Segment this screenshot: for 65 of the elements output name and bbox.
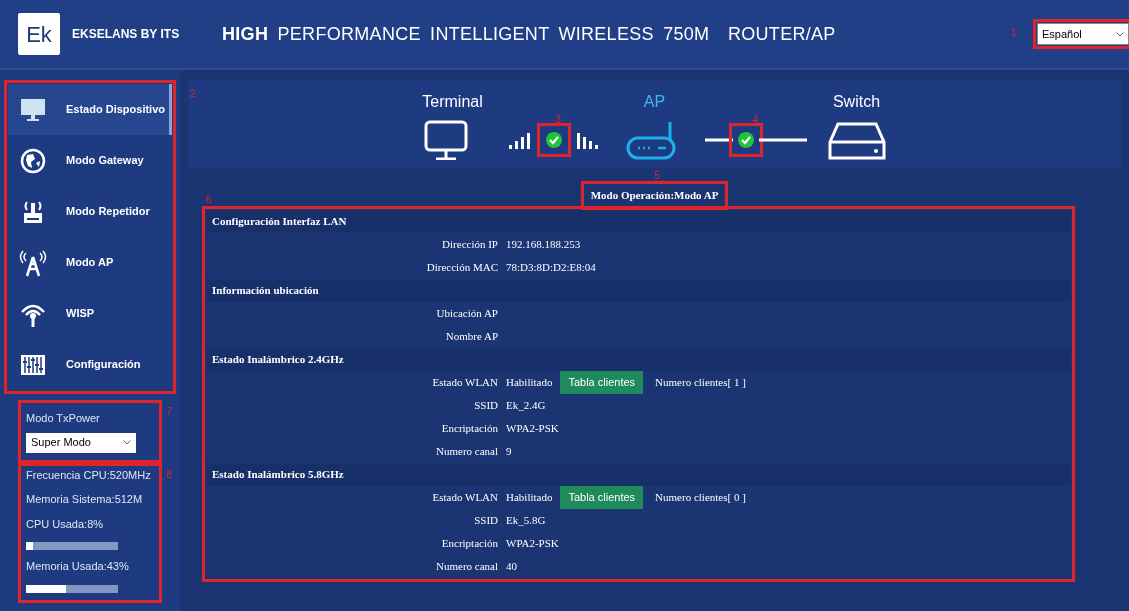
brand-name: EKSELANS BY ITS [72, 26, 181, 43]
field-label: Ubicación AP [435, 306, 499, 322]
field-value: 78:D3:8D:D2:E8:04 [506, 260, 596, 276]
field-value: 192.168.188.253 [506, 237, 581, 253]
callout-number: 8 [166, 467, 172, 482]
section-header: Configuración Interfaz LAN [206, 210, 1071, 233]
field-label: Estado WLAN [431, 490, 499, 506]
section-header: Estado Inalámbrico 2.4GHz [206, 348, 1071, 371]
cable-line [704, 138, 733, 142]
field-value: Ek_2.4G [506, 398, 546, 414]
field-value: Habilitado [506, 375, 553, 391]
sidebar-item[interactable]: Modo Gateway [8, 135, 172, 186]
sidebar-item[interactable]: Configuración [8, 339, 172, 390]
callout-number: 3 [555, 113, 562, 127]
globe-icon [18, 146, 48, 175]
page-title: HIGH PERFORMANCE INTELLIGENT WIRELESS 750M ROUTER/AP [222, 22, 836, 46]
caret-icon [123, 440, 131, 445]
field-value: WPA2-PSK [506, 421, 559, 437]
field-label: Estado WLAN [431, 375, 499, 391]
node-label: Switch [832, 92, 881, 112]
field-label: Dirección MAC [425, 260, 499, 276]
clients-table-button[interactable]: Tabla clientes [560, 371, 644, 394]
stat-text: Memoria Usada:43% [26, 559, 130, 574]
clients-table-button[interactable]: Tabla clientes [560, 486, 644, 509]
callout-number: 1 [1011, 26, 1017, 40]
field-label: Encriptación [440, 421, 499, 437]
field-label: Encriptación [440, 536, 499, 552]
callout-number: 7 [166, 405, 172, 419]
sidebar-item[interactable]: Modo AP [8, 237, 172, 288]
callout-number: 2 [190, 87, 196, 101]
stat-text: Frecuencia CPU:520MHz [26, 467, 152, 483]
txpower-label: Modo TxPower [26, 411, 101, 426]
client-count: Numero clientes[ 0 ] [655, 490, 746, 506]
field-value: Ek_5.8G [506, 513, 546, 529]
cable-line [758, 138, 807, 142]
node-label: AP [643, 92, 666, 112]
field-value: Habilitado [506, 490, 553, 506]
field-value: WPA2-PSK [506, 536, 559, 552]
sidebar-item[interactable]: Estado Dispositivo [8, 84, 172, 135]
antenna-tower-icon [18, 248, 48, 277]
node-label: Terminal [422, 92, 483, 112]
txpower-select[interactable]: Super Modo [26, 432, 136, 453]
sidebar-item[interactable]: WISP [8, 288, 172, 339]
field-label: SSID [473, 398, 499, 414]
sidebar-item[interactable]: Modo Repetidor [8, 186, 172, 237]
client-count: Numero clientes[ 1 ] [655, 375, 746, 391]
field-label: Dirección IP [441, 237, 499, 253]
field-value: 40 [506, 559, 517, 575]
field-label: Nombre AP [444, 329, 499, 345]
stat-text: Memoria Sistema:512M [26, 492, 144, 507]
callout-number: 5 [654, 169, 661, 183]
callout-number: 6 [206, 193, 212, 207]
stat-text: CPU Usada:8% [26, 516, 105, 532]
section-header: Estado Inalámbrico 5.8GHz [206, 463, 1071, 486]
signal-bars-icon [506, 131, 533, 149]
section-header: Información ubicación [206, 279, 1071, 302]
drive-icon [827, 120, 886, 160]
callout-number: 4 [752, 113, 759, 127]
field-label: Numero canal [435, 444, 499, 460]
field-value: 9 [506, 444, 512, 460]
signal-bars-icon [574, 131, 601, 149]
caret-icon [1116, 31, 1124, 37]
field-label: SSID [473, 513, 499, 529]
logo: Ek [18, 13, 60, 55]
field-label: Numero canal [435, 559, 499, 575]
